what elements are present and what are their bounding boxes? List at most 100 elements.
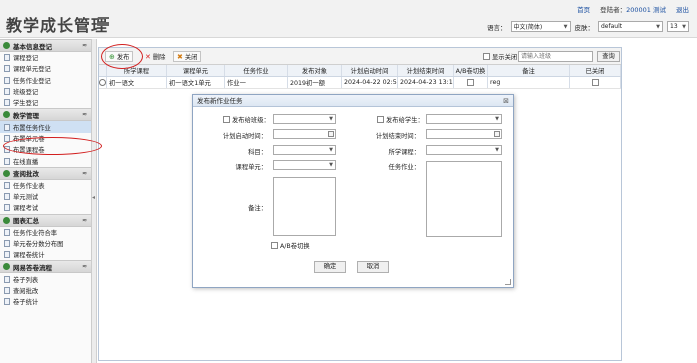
radio-column — [99, 65, 107, 76]
grid-header: 所学课程 课程单元 任务作业 发布对象 计划启动时间 计划结束时间 A/B卷切换… — [99, 65, 621, 77]
collapse-icon[interactable]: ≈ — [82, 217, 87, 224]
collapse-icon[interactable]: ≈ — [82, 170, 87, 177]
sidebar-item-task-table[interactable]: 任务作业表 — [0, 180, 91, 191]
checkbox[interactable] — [467, 79, 474, 86]
plan-start-input[interactable] — [273, 129, 336, 139]
highlight-oval — [3, 137, 102, 155]
checkbox[interactable] — [377, 116, 384, 123]
sidebar-item-paper-stats[interactable]: 卷子统计 — [0, 296, 91, 307]
document-icon — [4, 298, 10, 306]
document-icon — [4, 123, 10, 131]
sidebar-item-paper-list[interactable]: 卷子列表 — [0, 273, 91, 284]
column-header[interactable]: 发布对象 — [288, 65, 342, 76]
publish-class-checkbox[interactable]: 发布给班级： — [223, 115, 270, 124]
close-icon[interactable]: ⊠ — [503, 95, 509, 107]
sidebar-item-class-register[interactable]: 班级登记 — [0, 86, 91, 97]
document-icon — [4, 65, 10, 73]
task-textarea[interactable] — [426, 161, 502, 237]
cell-closed[interactable] — [570, 77, 621, 88]
column-header[interactable]: A/B卷切换 — [454, 65, 488, 76]
subject-label: 科目： — [248, 149, 267, 156]
sidebar: 基本信息登记 ≈ 课程登记 课程单元登记 任务作业登记 班级登记 学生登记 教学管… — [0, 39, 92, 363]
cell-ab-switch[interactable] — [454, 77, 488, 88]
unit-select[interactable]: ▼ — [273, 160, 336, 170]
course-select[interactable]: ▼ — [426, 145, 502, 155]
checkbox[interactable] — [223, 116, 230, 123]
collapse-arrow-icon[interactable]: ◂ — [92, 194, 95, 201]
remark-textarea[interactable] — [273, 177, 336, 236]
document-icon — [4, 228, 10, 236]
sidebar-item-assign-task[interactable]: 布置任务作业 — [0, 121, 91, 133]
sidebar-item-unit-register[interactable]: 课程单元登记 — [0, 63, 91, 74]
sidebar-item-live[interactable]: 在线直播 — [0, 155, 91, 166]
table-row[interactable]: 初一语文 初一语文1单元 作业一 2019初一额 2024-04-22 02:5… — [99, 77, 621, 89]
sidebar-item-task-rate[interactable]: 任务作业符合率 — [0, 227, 91, 238]
collapse-icon[interactable]: ≈ — [82, 42, 87, 49]
column-header[interactable]: 计划启动时间 — [342, 65, 398, 76]
student-select[interactable]: ▼ — [426, 114, 502, 124]
toolbar: ⊕发布 ✕删除 ✖关闭 显示关闭 查询 — [99, 48, 621, 65]
skin-label: 皮肤： — [574, 23, 595, 32]
font-size-select[interactable]: 13 ▼ — [667, 21, 689, 32]
sidebar-item-review-grade[interactable]: 查阅批改 — [0, 285, 91, 296]
cell-unit: 初一语文1单元 — [167, 77, 225, 88]
sidebar-group-answer-flow[interactable]: 网易答卷流程 ≈ — [0, 260, 91, 274]
column-header[interactable]: 计划结束时间 — [398, 65, 454, 76]
sidebar-item-unit-test[interactable]: 单元测试 — [0, 191, 91, 202]
sidebar-splitter[interactable]: ◂ — [92, 39, 97, 363]
calendar-icon[interactable] — [494, 131, 500, 137]
sidebar-item-score-distribution[interactable]: 单元卷分数分布图 — [0, 238, 91, 249]
sidebar-item-course-stats[interactable]: 课程卷统计 — [0, 249, 91, 260]
dialog-title-bar[interactable]: 发布新作业任务 ⊠ — [193, 95, 513, 107]
sidebar-group-charts[interactable]: 图表汇总 ≈ — [0, 213, 91, 227]
plan-end-input[interactable] — [426, 129, 502, 139]
checkbox[interactable] — [591, 79, 599, 86]
ab-switch-checkbox[interactable]: A/B卷切换 — [271, 241, 310, 250]
document-icon — [4, 193, 10, 201]
sidebar-item-course-exam[interactable]: 课程考试 — [0, 202, 91, 213]
home-link[interactable]: 首页 — [577, 4, 590, 14]
sidebar-group-basic-info[interactable]: 基本信息登记 ≈ — [0, 39, 91, 52]
calendar-icon[interactable] — [328, 131, 334, 137]
language-select[interactable]: 中文(简体) ▼ — [510, 21, 571, 32]
document-icon — [4, 76, 10, 84]
sidebar-item-student-register[interactable]: 学生登记 — [0, 97, 91, 108]
logout-link[interactable]: 退出 — [676, 4, 689, 14]
cancel-button[interactable]: 取消 — [357, 261, 389, 273]
close-icon: ✖ — [177, 52, 183, 61]
collapse-icon[interactable]: ≈ — [82, 111, 87, 118]
highlight-oval — [101, 44, 143, 69]
column-header[interactable]: 备注 — [488, 65, 570, 76]
menu-icon[interactable] — [98, 17, 109, 26]
skin-select[interactable]: default ▼ — [598, 21, 663, 32]
sidebar-item-task-register[interactable]: 任务作业登记 — [0, 75, 91, 86]
sidebar-group-review[interactable]: 查阅批改 ≈ — [0, 166, 91, 180]
column-header[interactable]: 已关闭 — [570, 65, 621, 76]
row-radio-cell[interactable] — [99, 77, 107, 88]
delete-button[interactable]: ✕ 删除 — [141, 51, 169, 62]
document-icon — [4, 240, 10, 247]
sidebar-item-course-register[interactable]: 课程登记 — [0, 52, 91, 63]
sidebar-group-teaching[interactable]: 教学管理 ≈ — [0, 108, 91, 122]
query-button[interactable]: 查询 — [597, 51, 620, 62]
checkbox[interactable] — [483, 53, 490, 60]
resize-handle[interactable] — [505, 279, 511, 285]
login-label: 登陆者： — [600, 6, 627, 14]
publish-student-checkbox[interactable]: 发布给学生： — [377, 115, 424, 124]
close-button[interactable]: ✖ 关闭 — [173, 51, 202, 62]
login-user[interactable]: 200001 测试 — [626, 6, 666, 14]
confirm-button[interactable]: 确定 — [314, 261, 346, 273]
cell-end: 2024-04-23 13:15 — [400, 77, 454, 88]
column-header[interactable]: 课程单元 — [167, 65, 225, 76]
collapse-icon[interactable]: ≈ — [82, 263, 87, 270]
group-icon — [3, 111, 10, 119]
app-title: 教学成长管理 — [6, 16, 109, 35]
show-closed-checkbox[interactable]: 显示关闭 — [483, 52, 517, 61]
class-select[interactable]: ▼ — [273, 114, 336, 124]
checkbox[interactable] — [271, 242, 278, 249]
subject-select[interactable]: ▼ — [273, 145, 336, 155]
language-label: 语言： — [487, 23, 507, 32]
column-header[interactable]: 任务作业 — [225, 65, 288, 76]
row-radio[interactable] — [99, 79, 106, 86]
class-search-input[interactable] — [518, 51, 593, 62]
